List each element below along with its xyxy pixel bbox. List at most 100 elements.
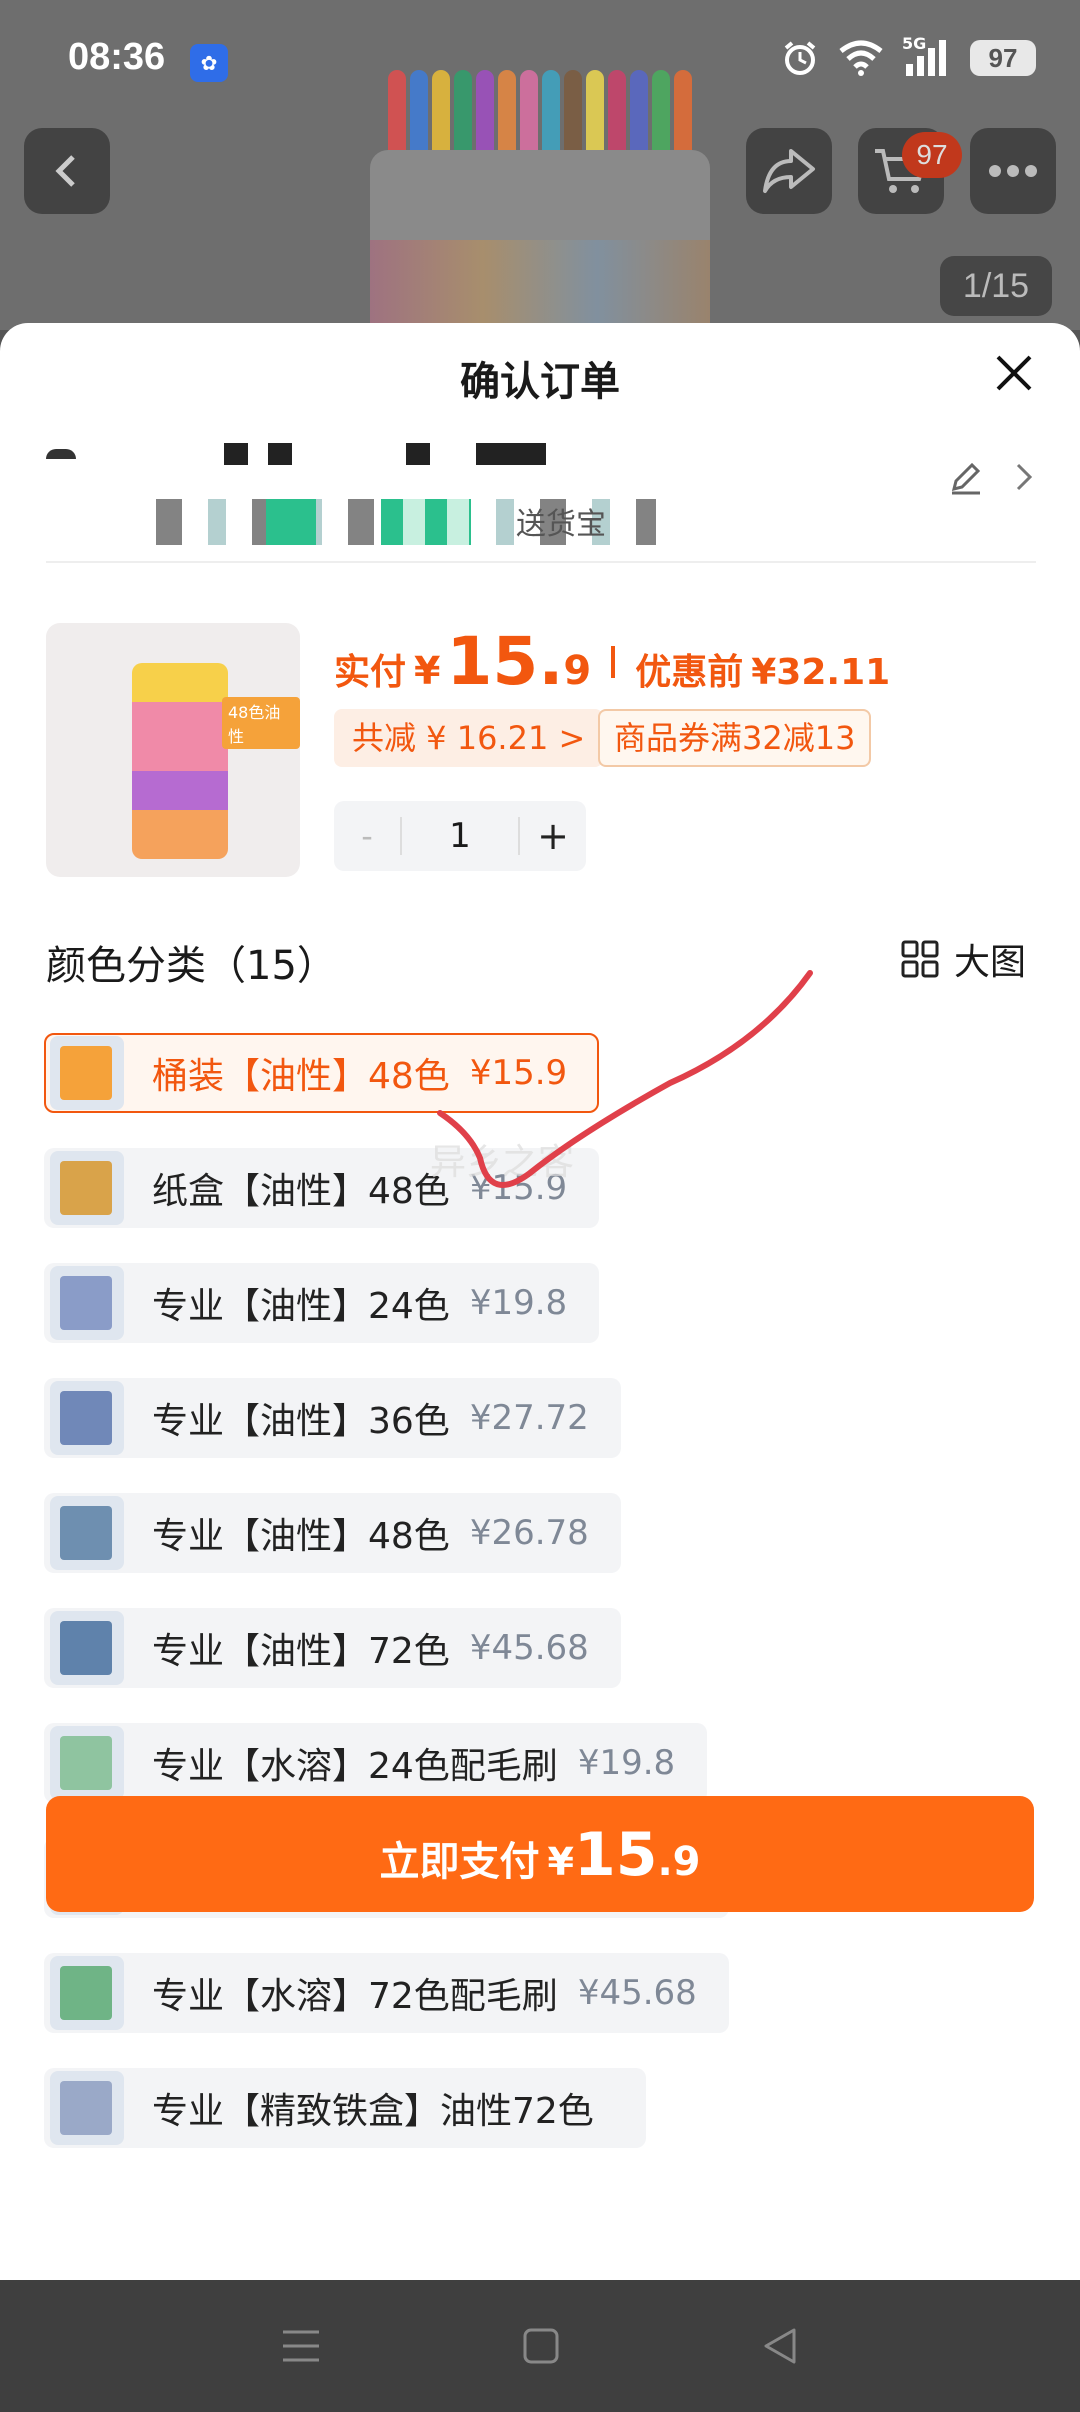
big-view-label: 大图 xyxy=(953,942,1026,983)
watermark: 异乡之客 xyxy=(430,1142,575,1183)
pencil-icon[interactable] xyxy=(946,457,986,497)
product-cup xyxy=(132,663,228,859)
option-name: 专业【水溶】72色配毛刷 xyxy=(152,1976,558,2017)
option-name: 专业【精致铁盒】油性72色 xyxy=(152,2091,594,2132)
address-blur xyxy=(224,443,248,465)
option-price: ¥45.68 xyxy=(469,1628,589,1668)
menu-icon[interactable] xyxy=(281,2328,321,2364)
option-name: 专业【油性】36色 xyxy=(152,1401,450,1442)
cart-button[interactable]: 97 xyxy=(858,128,962,214)
battery-indicator: 97 xyxy=(970,40,1036,76)
confirm-order-sheet: 确认订单 送货宝 48色油性 实付 ¥ 15. 9 优惠前 ¥32.11 共减 … xyxy=(0,323,1080,2280)
option-thumbnail-box xyxy=(60,1966,112,2020)
close-icon[interactable] xyxy=(992,351,1036,395)
option-thumbnail xyxy=(50,2071,124,2145)
option-thumbnail-box xyxy=(60,1161,112,1215)
grid-icon xyxy=(901,940,939,978)
big-view-toggle[interactable]: 大图 xyxy=(900,933,1026,985)
option-name: 专业【油性】48色 xyxy=(152,1516,450,1557)
address-tail: 送货宝 xyxy=(516,507,606,542)
address-blur xyxy=(268,443,292,465)
color-option-chip[interactable]: 专业【油性】72色 ¥45.68 xyxy=(44,1608,621,1688)
more-button[interactable] xyxy=(970,128,1056,214)
before-label: 优惠前 xyxy=(635,652,744,693)
wifi-icon xyxy=(839,40,883,76)
status-bar: 08:36 ✿ 5G 97 xyxy=(0,0,1080,120)
qty-value[interactable]: 1 xyxy=(400,817,520,855)
price-line: 实付 ¥ 15. 9 优惠前 ¥32.11 xyxy=(334,623,890,700)
color-option-chip[interactable]: 专业【油性】24色 ¥19.8 xyxy=(44,1263,600,1343)
pay-price-integer: 15 xyxy=(573,1820,658,1890)
color-option-row: 专业【精致铁盒】油性72色 xyxy=(44,2068,1044,2183)
color-option-chip[interactable]: 专业【油性】48色 ¥26.78 xyxy=(44,1493,621,1573)
color-option-chip[interactable]: 专业【油性】36色 ¥27.72 xyxy=(44,1378,621,1458)
address-blur xyxy=(406,443,430,465)
alarm-icon xyxy=(784,41,816,75)
option-thumbnail-box xyxy=(60,2081,112,2135)
sheet-title: 确认订单 xyxy=(460,359,620,405)
back-button[interactable] xyxy=(24,128,110,214)
more-dots-icon xyxy=(989,165,1037,177)
discount-chip[interactable]: 共减 ¥ 16.21 > xyxy=(334,709,604,767)
color-option-chip[interactable]: 专业【水溶】72色配毛刷 ¥45.68 xyxy=(44,1953,729,2033)
option-thumbnail-box xyxy=(60,1506,112,1560)
color-option-row: 专业【油性】48色 ¥26.78 xyxy=(44,1493,1044,1608)
option-name: 专业【油性】24色 xyxy=(152,1286,450,1327)
quantity-stepper: - 1 + xyxy=(334,801,586,871)
color-option-row: 专业【油性】24色 ¥19.8 xyxy=(44,1263,1044,1378)
option-name: 专业【水溶】24色配毛刷 xyxy=(152,1746,558,1787)
pencil-cup-band xyxy=(370,240,710,330)
product-image[interactable]: 48色油性 xyxy=(46,623,300,877)
home-square-icon[interactable] xyxy=(522,2327,560,2365)
color-option-row: 专业【油性】36色 ¥27.72 xyxy=(44,1378,1044,1493)
option-price: ¥45.68 xyxy=(577,1973,697,2013)
network-label: 5G xyxy=(902,34,927,53)
option-thumbnail-box xyxy=(60,1621,112,1675)
option-thumbnail-box xyxy=(60,1046,112,1100)
pay-price-decimal: .9 xyxy=(657,1839,701,1885)
color-option-chip[interactable]: 专业【水溶】24色配毛刷 ¥19.8 xyxy=(44,1723,708,1803)
color-option-row: 桶装【油性】48色 ¥15.9 xyxy=(44,1033,1044,1148)
address-blur xyxy=(381,499,471,545)
option-thumbnail xyxy=(50,1036,124,1110)
address-blur xyxy=(476,443,546,465)
baidu-paw-icon: ✿ xyxy=(190,44,228,82)
status-icons: 5G 97 xyxy=(780,34,1036,78)
address-section[interactable]: 送货宝 xyxy=(46,433,1036,563)
option-thumbnail xyxy=(50,1151,124,1225)
system-nav-bar xyxy=(0,2280,1080,2412)
option-name: 桶装【油性】48色 xyxy=(152,1056,450,1097)
option-thumbnail xyxy=(50,1726,124,1800)
chevron-right-icon[interactable] xyxy=(1012,459,1036,495)
option-price: ¥19.8 xyxy=(577,1743,676,1783)
pay-label: 立即支付 xyxy=(379,1839,540,1885)
color-option-chip[interactable]: 专业【精致铁盒】油性72色 xyxy=(44,2068,646,2148)
address-blur xyxy=(46,449,76,459)
currency-symbol: ¥ xyxy=(414,649,441,693)
option-name: 专业【油性】72色 xyxy=(152,1631,450,1672)
pay-currency: ¥ xyxy=(547,1840,574,1884)
color-option-row: 专业【水溶】72色配毛刷 ¥45.68 xyxy=(44,1953,1044,2068)
back-triangle-icon[interactable] xyxy=(761,2327,799,2365)
option-price: ¥26.78 xyxy=(469,1513,589,1553)
option-thumbnail-box xyxy=(60,1276,112,1330)
color-section-title: 颜色分类（15） xyxy=(46,943,337,989)
color-option-chip[interactable]: 桶装【油性】48色 ¥15.9 xyxy=(44,1033,600,1113)
qty-plus-button[interactable]: + xyxy=(520,814,586,858)
signal-icon: 5G xyxy=(902,34,952,78)
product-summary: 48色油性 实付 ¥ 15. 9 优惠前 ¥32.11 共减 ¥ 16.21 >… xyxy=(46,623,1036,883)
option-thumbnail xyxy=(50,1956,124,2030)
option-thumbnail-box xyxy=(60,1736,112,1790)
price-decimal: 9 xyxy=(563,648,592,694)
option-price: ¥19.8 xyxy=(469,1283,568,1323)
pay-now-button[interactable]: 立即支付 ¥ 15 .9 xyxy=(46,1796,1034,1912)
before-price: ¥32.11 xyxy=(751,652,891,693)
share-button[interactable] xyxy=(746,128,832,214)
option-thumbnail xyxy=(50,1381,124,1455)
qty-minus-button[interactable]: - xyxy=(334,817,400,855)
product-tag: 48色油性 xyxy=(222,697,300,749)
color-options-list: 桶装【油性】48色 ¥15.9 纸盒【油性】48色 ¥15.9 专业【油性】24色 ¥19… xyxy=(44,1033,1044,2183)
option-price: ¥15.9 xyxy=(469,1053,568,1093)
coupon-chip[interactable]: 商品券满32减13 xyxy=(598,709,872,767)
address-blur xyxy=(266,499,316,545)
